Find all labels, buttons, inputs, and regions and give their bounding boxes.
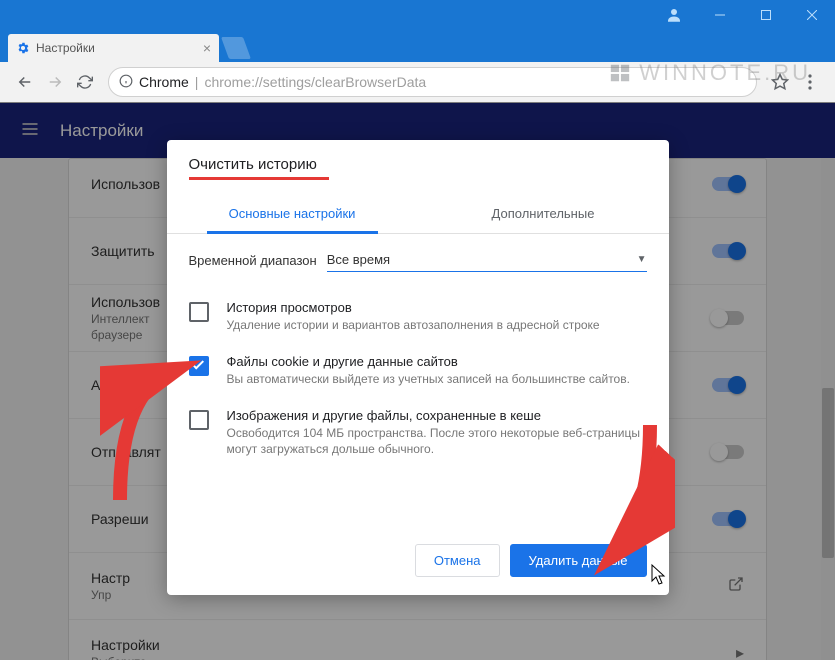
time-range-select[interactable]: Все время ▼: [327, 248, 647, 272]
tab-advanced[interactable]: Дополнительные: [418, 194, 669, 233]
option-title: Изображения и другие файлы, сохраненные …: [227, 408, 647, 423]
tab-basic[interactable]: Основные настройки: [167, 194, 418, 233]
gear-icon: [16, 41, 30, 55]
reload-button[interactable]: [70, 67, 100, 97]
option-title: История просмотров: [227, 300, 600, 315]
new-tab-button[interactable]: [221, 37, 251, 59]
forward-button[interactable]: [40, 67, 70, 97]
time-range-label: Временной диапазон: [189, 253, 317, 268]
option-subtitle: Освободится 104 МБ пространства. После э…: [227, 425, 647, 459]
watermark: WINNOTE.RU: [609, 60, 811, 86]
clear-browsing-data-dialog: Очистить историю Основные настройки Допо…: [167, 140, 669, 595]
tab-close-icon[interactable]: ×: [203, 40, 211, 56]
window-titlebar: [0, 0, 835, 30]
dialog-title: Очистить историю: [167, 140, 317, 177]
account-icon[interactable]: [651, 0, 697, 30]
option-cache[interactable]: Изображения и другие файлы, сохраненные …: [189, 398, 647, 469]
option-subtitle: Удаление истории и вариантов автозаполне…: [227, 317, 600, 334]
option-title: Файлы cookie и другие данные сайтов: [227, 354, 630, 369]
close-button[interactable]: [789, 0, 835, 30]
option-history[interactable]: История просмотров Удаление истории и ва…: [189, 290, 647, 344]
annotation-underline: [189, 177, 329, 180]
cancel-button[interactable]: Отмена: [415, 544, 500, 577]
omnibox-scheme: Chrome: [139, 74, 189, 90]
clear-data-button[interactable]: Удалить данные: [510, 544, 647, 577]
windows-logo-icon: [609, 62, 631, 84]
time-range-value: Все время: [327, 252, 390, 267]
info-icon: [119, 74, 133, 91]
caret-down-icon: ▼: [637, 254, 647, 265]
tab-strip: Настройки ×: [0, 30, 835, 62]
checkbox[interactable]: [189, 356, 209, 376]
maximize-button[interactable]: [743, 0, 789, 30]
browser-tab[interactable]: Настройки ×: [8, 34, 219, 62]
checkbox[interactable]: [189, 410, 209, 430]
omnibox-url: chrome://settings/clearBrowserData: [204, 74, 426, 90]
option-cookies[interactable]: Файлы cookie и другие данные сайтов Вы а…: [189, 344, 647, 398]
tab-title: Настройки: [36, 41, 203, 55]
option-subtitle: Вы автоматически выйдете из учетных запи…: [227, 371, 630, 388]
back-button[interactable]: [10, 67, 40, 97]
modal-overlay: Очистить историю Основные настройки Допо…: [0, 102, 835, 660]
checkbox[interactable]: [189, 302, 209, 322]
minimize-button[interactable]: [697, 0, 743, 30]
